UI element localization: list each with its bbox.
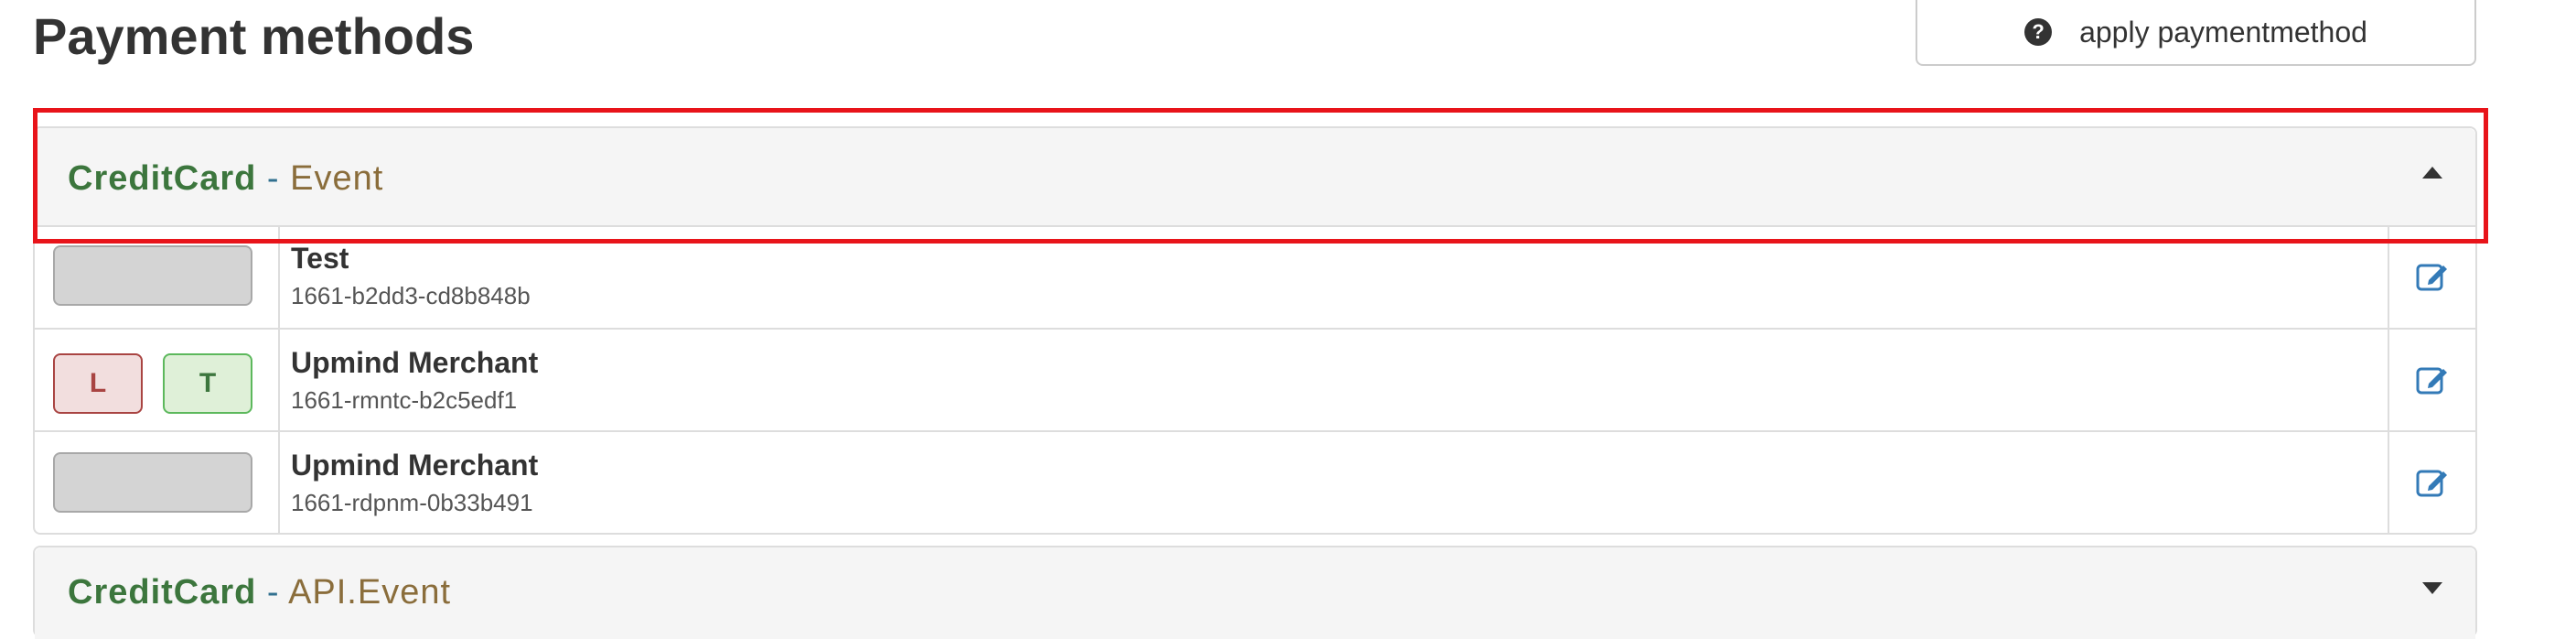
- panel-kind: Event: [290, 159, 384, 198]
- apply-paymentmethod-label: apply paymentmethod: [2079, 15, 2367, 49]
- payment-method-name: Upmind Merchant: [291, 346, 539, 379]
- live-badge: L: [53, 353, 143, 414]
- apply-paymentmethod-button[interactable]: ? apply paymentmethod: [1916, 0, 2476, 66]
- panel-header[interactable]: CreditCard - API.Event: [35, 547, 2475, 639]
- panel-header[interactable]: CreditCard - Event: [35, 128, 2475, 227]
- payment-method-row: Upmind Merchant 1661-rdpnm-0b33b491: [35, 430, 2475, 533]
- question-circle-icon: ?: [2024, 18, 2053, 46]
- panel-separator: -: [256, 159, 291, 198]
- panel-kind: API.Event: [288, 573, 452, 612]
- panel-title: CreditCard - Event: [68, 159, 383, 199]
- payment-panel-creditcard-event: CreditCard - Event Test 1661-b2dd3-cd8b8…: [33, 126, 2477, 535]
- panel-title: CreditCard - API.Event: [68, 573, 451, 612]
- payment-method-id: 1661-rmntc-b2c5edf1: [291, 386, 518, 414]
- payment-method-id: 1661-rdpnm-0b33b491: [291, 489, 533, 516]
- edit-icon[interactable]: [2414, 464, 2451, 501]
- edit-cell: [2388, 432, 2475, 533]
- page-title: Payment methods: [33, 7, 475, 65]
- payment-panel-creditcard-api-event: CreditCard - API.Event: [33, 546, 2477, 639]
- info-cell: Upmind Merchant 1661-rdpnm-0b33b491: [291, 432, 538, 518]
- collapse-caret-icon[interactable]: [2422, 167, 2442, 179]
- badges-cell: L T: [35, 330, 280, 430]
- payment-method-row: L T Upmind Merchant 1661-rmntc-b2c5edf1: [35, 328, 2475, 430]
- info-cell: Upmind Merchant 1661-rmntc-b2c5edf1: [291, 330, 538, 416]
- expand-caret-icon[interactable]: [2422, 582, 2442, 594]
- payment-method-id: 1661-b2dd3-cd8b848b: [291, 282, 531, 309]
- edit-icon[interactable]: [2414, 258, 2451, 295]
- panel-type: CreditCard: [68, 573, 257, 612]
- empty-badge: [53, 452, 252, 513]
- payment-method-row: Test 1661-b2dd3-cd8b848b: [35, 225, 2475, 328]
- empty-badge: [53, 245, 252, 306]
- badges-cell: [35, 432, 280, 533]
- edit-cell: [2388, 225, 2475, 328]
- panel-separator: -: [256, 573, 289, 612]
- badges-cell: [35, 225, 280, 328]
- test-badge: T: [163, 353, 252, 414]
- edit-cell: [2388, 330, 2475, 430]
- edit-icon[interactable]: [2414, 362, 2451, 398]
- panel-type: CreditCard: [68, 159, 257, 198]
- info-cell: Test 1661-b2dd3-cd8b848b: [291, 225, 531, 311]
- payment-method-name: Test: [291, 242, 349, 275]
- payment-method-name: Upmind Merchant: [291, 449, 539, 482]
